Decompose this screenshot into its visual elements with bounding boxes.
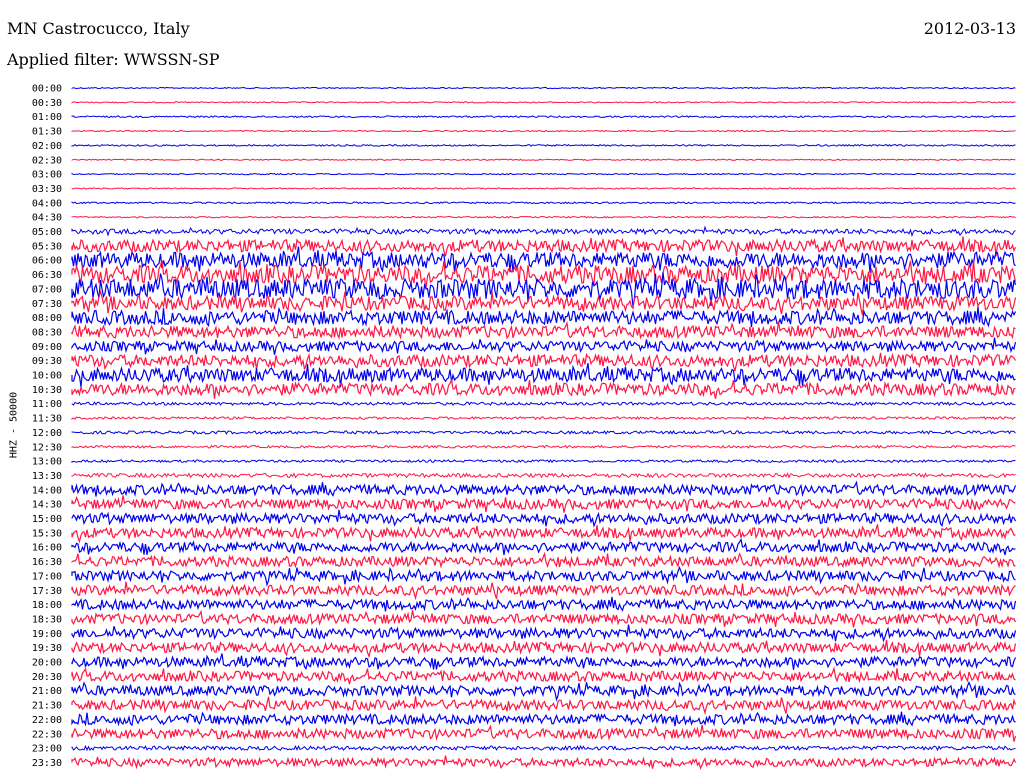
row-time-label: 15:30 bbox=[32, 528, 62, 539]
trace-row bbox=[71, 459, 1016, 464]
row-time-label: 15:00 bbox=[32, 514, 62, 525]
trace-row bbox=[71, 480, 1017, 498]
row-time-label: 03:30 bbox=[32, 184, 62, 195]
trace-row bbox=[71, 596, 1017, 612]
trace-row bbox=[71, 524, 1016, 544]
trace-row bbox=[71, 609, 1017, 628]
row-time-label: 16:00 bbox=[32, 543, 62, 554]
trace-row bbox=[71, 666, 1016, 685]
trace-row bbox=[71, 696, 1017, 716]
trace-row bbox=[71, 246, 1016, 273]
trace-row bbox=[71, 362, 1016, 388]
trace-row bbox=[71, 495, 1016, 513]
row-time-label: 13:00 bbox=[32, 457, 62, 468]
row-time-label: 01:00 bbox=[32, 112, 62, 123]
row-time-label: 17:00 bbox=[32, 571, 62, 582]
trace-row bbox=[71, 653, 1017, 670]
row-time-label: 02:00 bbox=[32, 141, 62, 152]
row-time-label: 08:30 bbox=[32, 327, 62, 338]
trace-row bbox=[71, 201, 1016, 205]
row-time-label: 19:00 bbox=[32, 629, 62, 640]
row-time-label: 02:30 bbox=[32, 155, 62, 166]
row-time-label: 22:00 bbox=[32, 715, 62, 726]
row-time-label: 11:00 bbox=[32, 399, 62, 410]
row-time-label: 07:00 bbox=[32, 284, 62, 295]
trace-row bbox=[71, 337, 1017, 355]
trace-row bbox=[71, 537, 1016, 556]
trace-row bbox=[71, 215, 1016, 219]
row-time-label: 04:00 bbox=[32, 198, 62, 209]
row-time-label: 03:00 bbox=[32, 170, 62, 181]
row-time-label: 00:00 bbox=[32, 84, 62, 95]
trace-row bbox=[71, 101, 1016, 104]
row-time-label: 05:30 bbox=[32, 241, 62, 252]
row-time-label: 12:30 bbox=[32, 442, 62, 453]
trace-row bbox=[71, 115, 1016, 119]
trace-row bbox=[71, 724, 1017, 742]
row-time-label: 17:30 bbox=[32, 586, 62, 597]
row-time-label: 14:30 bbox=[32, 500, 62, 511]
trace-row bbox=[71, 551, 1016, 569]
row-time-label: 11:30 bbox=[32, 414, 62, 425]
trace-row bbox=[71, 711, 1016, 727]
trace-row bbox=[71, 639, 1017, 659]
row-time-label: 22:30 bbox=[32, 729, 62, 740]
trace-row bbox=[71, 225, 1016, 238]
trace-row bbox=[71, 472, 1016, 479]
row-time-label: 01:30 bbox=[32, 127, 62, 138]
trace-row bbox=[71, 158, 1016, 161]
trace-row bbox=[71, 129, 1016, 133]
row-time-label: 20:30 bbox=[32, 672, 62, 683]
trace-row bbox=[71, 755, 1017, 770]
trace-row bbox=[71, 581, 1016, 601]
row-time-label: 23:00 bbox=[32, 744, 62, 755]
row-time-label: 14:00 bbox=[32, 485, 62, 496]
trace-row bbox=[71, 680, 1016, 702]
row-time-label: 10:30 bbox=[32, 385, 62, 396]
trace-row bbox=[71, 416, 1016, 421]
row-time-label: 10:00 bbox=[32, 371, 62, 382]
row-time-label: 19:30 bbox=[32, 643, 62, 654]
trace-row bbox=[71, 744, 1016, 752]
trace-row bbox=[71, 509, 1017, 528]
trace-row bbox=[71, 306, 1017, 328]
trace-row bbox=[71, 566, 1016, 587]
trace-row bbox=[71, 86, 1016, 90]
trace-row bbox=[71, 352, 1017, 372]
row-time-label: 09:30 bbox=[32, 356, 62, 367]
row-time-label: 18:00 bbox=[32, 600, 62, 611]
trace-row bbox=[71, 187, 1016, 190]
row-time-label: 20:00 bbox=[32, 658, 62, 669]
trace-row bbox=[71, 172, 1016, 176]
row-time-label: 21:00 bbox=[32, 686, 62, 697]
trace-row bbox=[71, 143, 1016, 147]
row-time-label: 09:00 bbox=[32, 342, 62, 353]
row-time-label: 18:30 bbox=[32, 614, 62, 625]
row-time-label: 08:00 bbox=[32, 313, 62, 324]
row-time-label: 12:00 bbox=[32, 428, 62, 439]
row-time-label: 06:30 bbox=[32, 270, 62, 281]
trace-row bbox=[71, 377, 1016, 399]
row-time-label: 06:00 bbox=[32, 256, 62, 267]
trace-row bbox=[71, 429, 1016, 435]
row-time-label: 07:30 bbox=[32, 299, 62, 310]
row-time-label: 05:00 bbox=[32, 227, 62, 238]
trace-row bbox=[71, 444, 1016, 449]
trace-row bbox=[71, 624, 1017, 643]
row-time-label: 21:30 bbox=[32, 701, 62, 712]
row-time-label: 04:30 bbox=[32, 213, 62, 224]
row-time-label: 23:30 bbox=[32, 758, 62, 769]
trace-row bbox=[71, 401, 1016, 407]
row-time-label: 16:30 bbox=[32, 557, 62, 568]
row-time-label: 00:30 bbox=[32, 98, 62, 109]
seismogram-plot: 00:00 00:30 01:00 01:30 02:00 02:30 03:00 03:30… bbox=[32, 84, 1017, 770]
row-time-label: 13:30 bbox=[32, 471, 62, 482]
